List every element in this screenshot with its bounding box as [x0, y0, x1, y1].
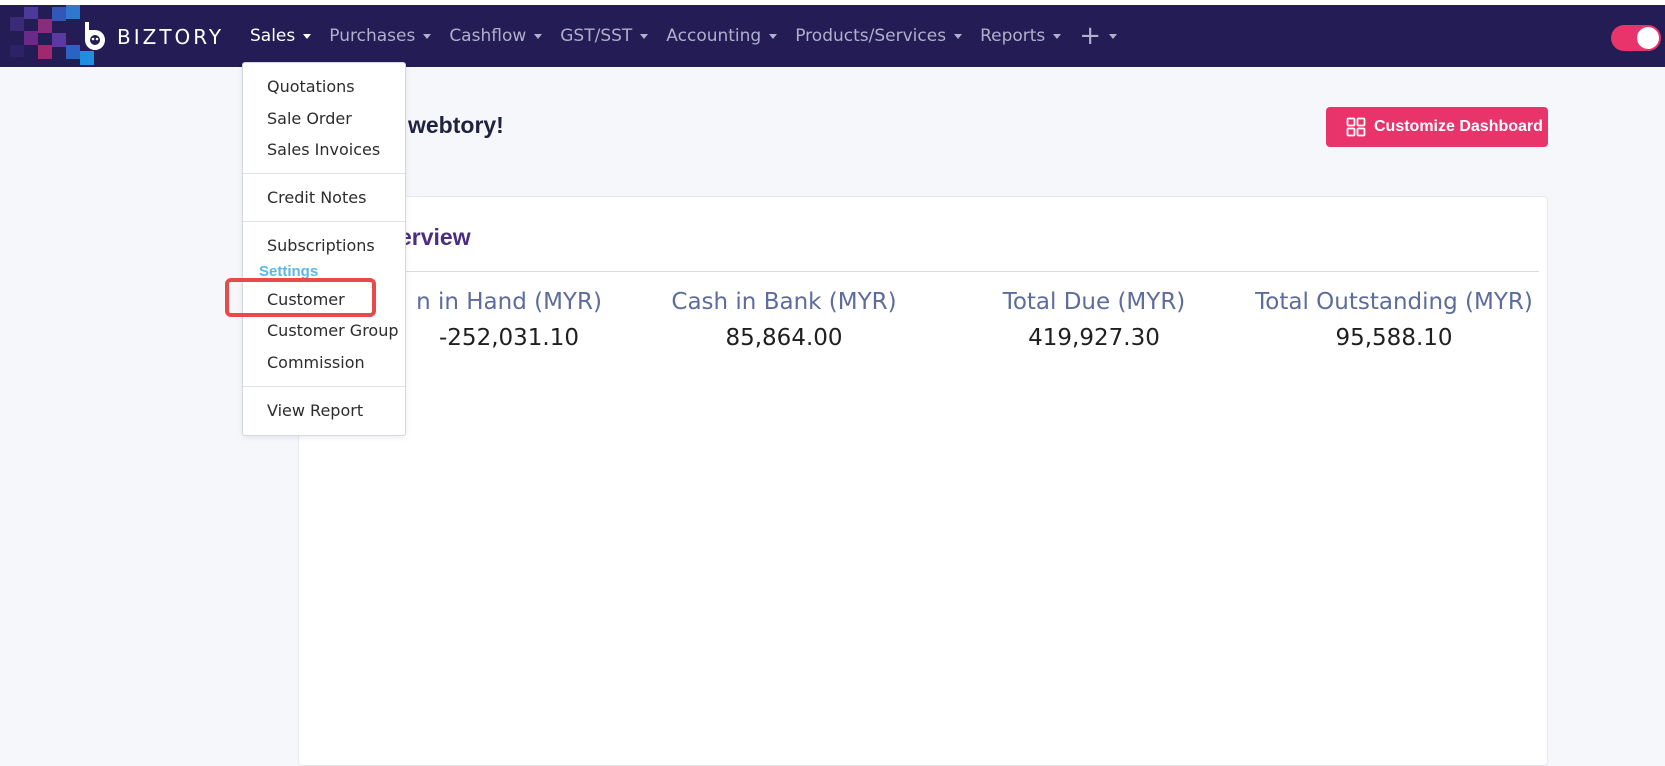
brand-name: BIZTORY: [117, 25, 225, 49]
chevron-down-icon: [640, 33, 649, 39]
overview-card: erview n in Hand (MYR) -252,031.10 Cash …: [298, 196, 1548, 766]
stat-total-outstanding: Total Outstanding (MYR) 95,588.10: [1239, 289, 1549, 351]
menu-item-subscriptions[interactable]: Subscriptions: [267, 236, 375, 255]
nav-reports-label: Reports: [980, 26, 1046, 46]
nav-add[interactable]: +: [1079, 21, 1118, 51]
theme-toggle[interactable]: [1611, 25, 1661, 51]
sales-dropdown-menu: Quotations Sale Order Sales Invoices Cre…: [242, 62, 406, 436]
welcome-heading: webtory!: [408, 112, 504, 138]
logo-icon: [85, 22, 105, 50]
chevron-down-icon: [769, 33, 778, 39]
menu-divider: [243, 173, 405, 174]
nav-sales-label: Sales: [250, 26, 296, 46]
menu-item-sales-invoices[interactable]: Sales Invoices: [267, 140, 380, 159]
toggle-knob: [1637, 27, 1659, 49]
stat-value: 85,864.00: [725, 325, 843, 351]
chevron-down-icon: [534, 33, 543, 39]
main-nav: Sales Purchases Cashflow GST/SST Account…: [250, 5, 1135, 67]
chevron-down-icon: [1053, 33, 1062, 39]
menu-divider: [243, 221, 405, 222]
chevron-down-icon: [954, 33, 963, 39]
menu-item-commission[interactable]: Commission: [267, 353, 365, 372]
menu-item-customer-group[interactable]: Customer Group: [267, 321, 399, 340]
nav-accounting-label: Accounting: [666, 26, 762, 46]
stat-total-due: Total Due (MYR) 419,927.30: [939, 289, 1249, 351]
chevron-down-icon: [1109, 33, 1118, 39]
nav-gst-sst[interactable]: GST/SST: [560, 26, 649, 46]
nav-cashflow[interactable]: Cashflow: [449, 26, 543, 46]
stat-label: Total Due (MYR): [1002, 289, 1186, 315]
nav-accounting[interactable]: Accounting: [666, 26, 778, 46]
menu-item-credit-notes[interactable]: Credit Notes: [267, 188, 366, 207]
nav-purchases-label: Purchases: [329, 26, 416, 46]
menu-item-quotations[interactable]: Quotations: [267, 77, 355, 96]
chevron-down-icon: [303, 33, 312, 39]
stat-cash-in-bank: Cash in Bank (MYR) 85,864.00: [629, 289, 939, 351]
chevron-down-icon: [423, 33, 432, 39]
top-navbar: BIZTORY Sales Purchases Cashflow GST/SST…: [0, 5, 1665, 67]
nav-reports[interactable]: Reports: [980, 26, 1062, 46]
stat-value: 95,588.10: [1335, 325, 1453, 351]
nav-purchases[interactable]: Purchases: [329, 26, 432, 46]
nav-products-services[interactable]: Products/Services: [795, 26, 963, 46]
overview-divider: [377, 271, 1539, 272]
stat-label: Cash in Bank (MYR): [671, 289, 897, 315]
plus-icon: +: [1079, 21, 1102, 51]
nav-sales[interactable]: Sales: [250, 26, 312, 46]
menu-divider: [243, 386, 405, 387]
menu-item-sale-order[interactable]: Sale Order: [267, 109, 352, 128]
nav-products-services-label: Products/Services: [795, 26, 947, 46]
stat-value: 419,927.30: [1028, 325, 1160, 351]
customize-dashboard-button[interactable]: Customize Dashboard: [1326, 107, 1548, 147]
overview-title: erview: [399, 224, 471, 250]
customize-dashboard-label: Customize Dashboard: [1374, 118, 1543, 135]
highlight-box: [225, 278, 376, 317]
stat-label: Total Outstanding (MYR): [1255, 289, 1533, 315]
nav-cashflow-label: Cashflow: [449, 26, 527, 46]
nav-gst-sst-label: GST/SST: [560, 26, 633, 46]
grid-icon: [1346, 117, 1366, 137]
menu-item-view-report[interactable]: View Report: [267, 401, 363, 420]
